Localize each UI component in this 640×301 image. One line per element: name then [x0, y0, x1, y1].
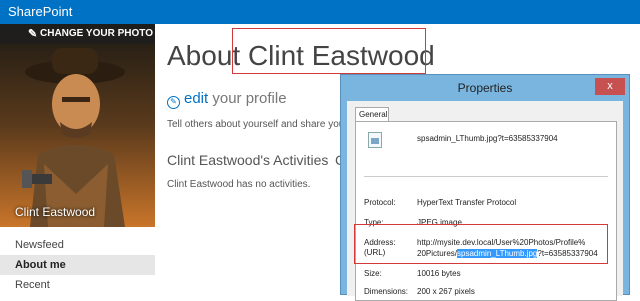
divider	[364, 176, 608, 177]
nav-item-about-me[interactable]: About me	[0, 255, 155, 275]
change-photo-label: CHANGE YOUR PHOTO	[40, 28, 153, 39]
pencil-icon: ✎	[28, 28, 38, 40]
protocol-label: Protocol:	[364, 198, 396, 207]
nav-item-recent[interactable]: Recent	[0, 275, 155, 295]
profile-photo-image	[0, 24, 155, 227]
dialog-title: Properties	[457, 81, 513, 95]
title-highlight-box	[232, 28, 426, 74]
top-bar: SharePoint	[0, 0, 640, 24]
general-panel: spsadmin_LThumb.jpg?t=63585337904 Protoc…	[355, 121, 617, 301]
profile-name: Clint Eastwood	[15, 205, 96, 219]
edit-link-label: edit	[184, 90, 209, 107]
edit-link-rest: your profile	[212, 90, 287, 107]
dialog-body: General spsadmin_LThumb.jpg?t=6358533790…	[347, 101, 623, 301]
file-name: spsadmin_LThumb.jpg?t=63585337904	[417, 134, 558, 143]
close-button[interactable]: x	[595, 78, 625, 95]
left-nav: Newsfeed About me Recent	[0, 235, 155, 295]
size-value: 10016 bytes	[417, 269, 461, 278]
edit-icon: ✎	[167, 96, 180, 109]
size-label: Size:	[364, 269, 382, 278]
nav-item-newsfeed[interactable]: Newsfeed	[0, 235, 155, 255]
left-panel: ✎ CHANGE YOUR PHOTO Clint Eastwood Newsf…	[0, 24, 155, 295]
tab-general[interactable]: General	[355, 107, 389, 121]
edit-profile-link[interactable]: ✎ edit your profile	[167, 90, 287, 109]
no-activities-text: Clint Eastwood has no activities.	[167, 179, 311, 190]
activities-heading: Clint Eastwood's Activities	[167, 152, 329, 168]
profile-photo: ✎ CHANGE YOUR PHOTO Clint Eastwood	[0, 24, 155, 227]
address-highlight-box	[354, 224, 608, 264]
protocol-value: HyperText Transfer Protocol	[417, 198, 517, 207]
image-file-icon	[368, 132, 382, 148]
change-photo-button[interactable]: ✎ CHANGE YOUR PHOTO	[0, 24, 155, 44]
about-description: Tell others about yourself and share you	[167, 119, 345, 130]
brand-label[interactable]: SharePoint	[8, 4, 72, 19]
